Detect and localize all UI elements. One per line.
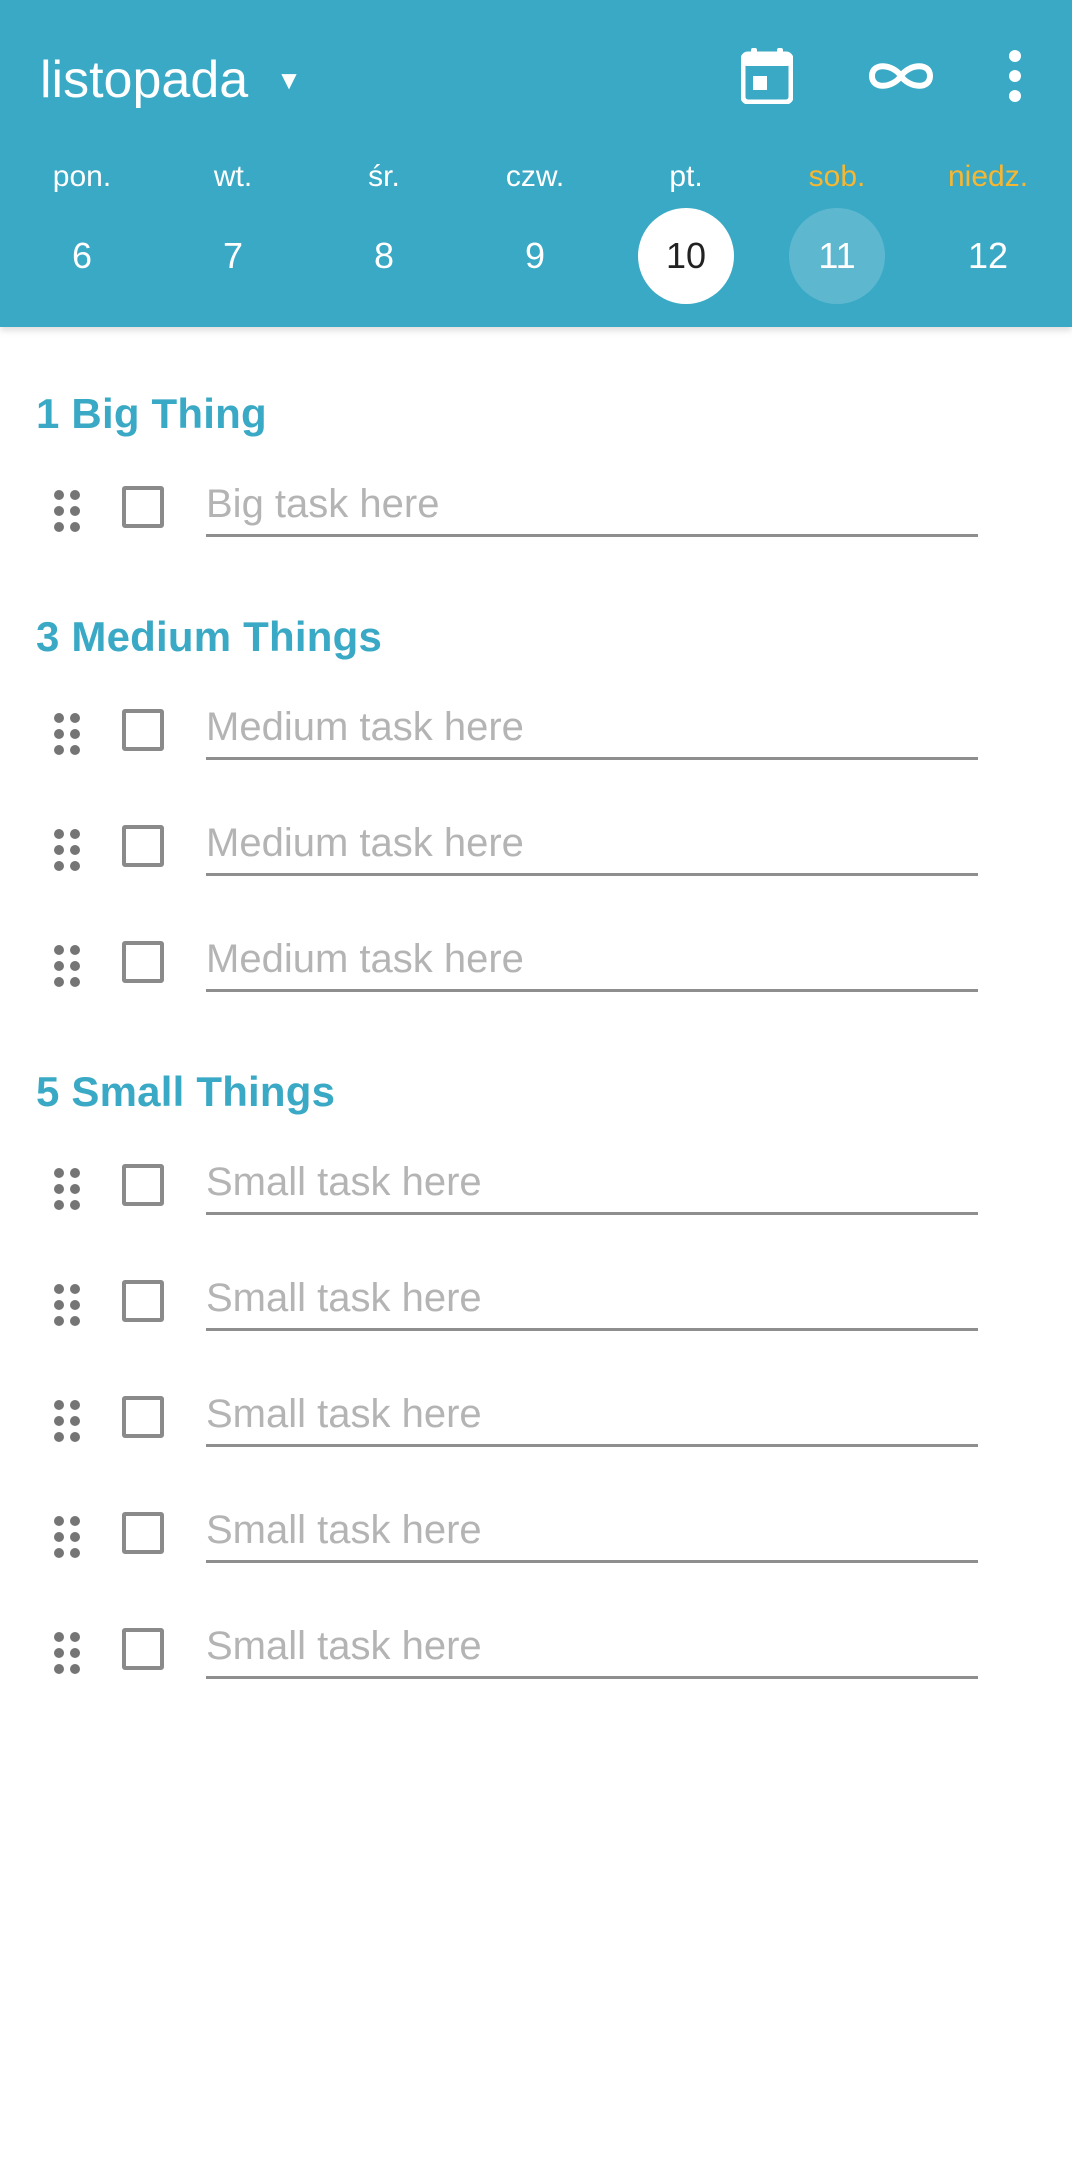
day-11[interactable]: sob. 11 [787,160,887,310]
task-checkbox[interactable] [122,825,164,867]
drag-handle-icon[interactable] [52,828,82,872]
more-vert-icon[interactable] [983,44,1047,108]
month-selector[interactable]: listopada ▼ [40,48,302,112]
drag-handle-icon[interactable] [52,489,82,533]
section-title: 5 Small Things [36,1068,336,1115]
drag-handle-icon[interactable] [52,1515,82,1559]
calendar-icon[interactable] [735,44,799,108]
day-circle: 11 [789,208,885,304]
task-row [0,808,1072,888]
day-circle: 6 [34,208,130,304]
drag-handle-icon[interactable] [52,712,82,756]
dropdown-caret-icon: ▼ [276,65,302,95]
task-input[interactable] [206,698,978,760]
day-number: 11 [818,235,856,276]
day-circle: 7 [185,208,281,304]
task-input[interactable] [206,1153,978,1215]
task-input[interactable] [206,1501,978,1563]
drag-handle-icon[interactable] [52,944,82,988]
day-name: pon. [52,160,112,193]
day-name: czw. [505,160,565,193]
infinity-icon[interactable] [866,44,936,108]
day-10[interactable]: pt. 10 [636,160,736,310]
task-input[interactable] [206,930,978,992]
task-checkbox[interactable] [122,1628,164,1670]
task-input[interactable] [206,475,978,537]
week-strip: pon. 6 wt. 7 śr. 8 czw. 9 pt. 10 sob. 11 niedz. 12 [0,160,1072,310]
day-circle: 8 [336,208,432,304]
task-row [0,1263,1072,1343]
month-title: listopada [40,51,249,109]
task-row [0,1147,1072,1227]
app-header: listopada ▼ pon. 6 wt. 7 śr. 8 czw. 9 pt… [0,0,1072,327]
section-title: 3 Medium Things [36,613,383,660]
day-9[interactable]: czw. 9 [485,160,585,310]
day-name: śr. [368,160,400,193]
task-checkbox[interactable] [122,1280,164,1322]
day-8[interactable]: śr. 8 [334,160,434,310]
task-input[interactable] [206,1617,978,1679]
day-number: 10 [665,235,707,276]
task-input[interactable] [206,1269,978,1331]
drag-handle-icon[interactable] [52,1283,82,1327]
day-number: 6 [71,235,93,276]
day-circle: 12 [940,208,1036,304]
day-6[interactable]: pon. 6 [32,160,132,310]
day-number: 12 [967,235,1009,276]
selected-day-circle: 10 [638,208,734,304]
task-row [0,924,1072,1004]
task-row [0,1611,1072,1691]
task-checkbox[interactable] [122,1396,164,1438]
day-name: niedz. [947,160,1029,193]
task-checkbox[interactable] [122,486,164,528]
day-7[interactable]: wt. 7 [183,160,283,310]
day-12[interactable]: niedz. 12 [938,160,1038,310]
drag-handle-icon[interactable] [52,1631,82,1675]
task-input[interactable] [206,814,978,876]
task-row [0,469,1072,549]
task-checkbox[interactable] [122,709,164,751]
day-number: 9 [524,235,546,276]
day-circle: 9 [487,208,583,304]
day-number: 8 [373,235,395,276]
task-checkbox[interactable] [122,1164,164,1206]
drag-handle-icon[interactable] [52,1399,82,1443]
task-row [0,1379,1072,1459]
day-name: wt. [213,160,253,193]
task-checkbox[interactable] [122,1512,164,1554]
day-name: sob. [808,160,866,193]
day-number: 7 [222,235,244,276]
app-root: listopada ▼ pon. 6 wt. 7 śr. 8 czw. 9 pt… [0,0,1072,2173]
day-name: pt. [669,160,703,193]
task-input[interactable] [206,1385,978,1447]
section-title: 1 Big Thing [36,390,267,437]
task-row [0,1495,1072,1575]
task-checkbox[interactable] [122,941,164,983]
task-row [0,692,1072,772]
drag-handle-icon[interactable] [52,1167,82,1211]
